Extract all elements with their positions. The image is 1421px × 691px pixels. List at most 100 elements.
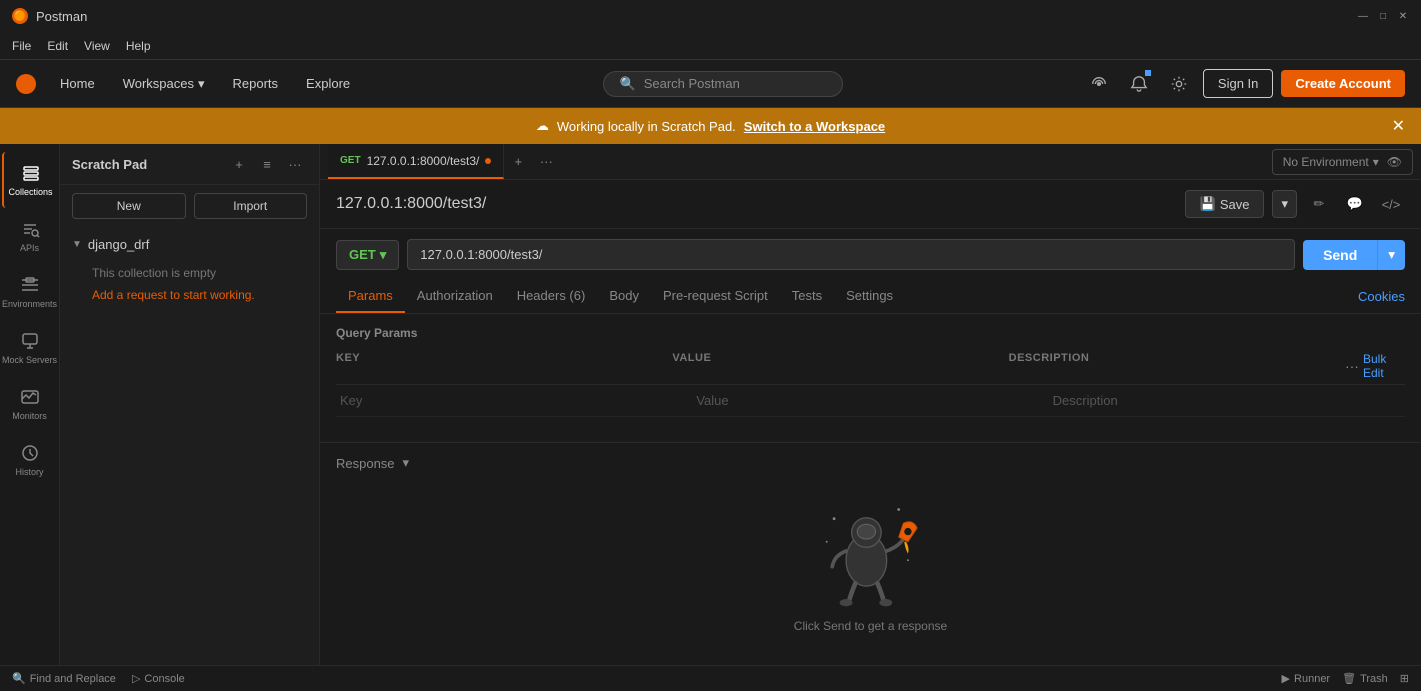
find-replace-button[interactable]: 🔍 Find and Replace [12, 672, 116, 685]
bottom-right-actions: ▶ Runner 🗑 Trash ⊞ [1282, 672, 1409, 685]
response-collapse-arrow[interactable]: ▾ [403, 455, 410, 471]
app-icon: 🟠 [12, 8, 28, 24]
title-bar: 🟠 Postman — □ ✕ [0, 0, 1421, 32]
sidebar-label-apis: APIs [20, 243, 39, 253]
console-button[interactable]: ▷ Console [132, 672, 185, 685]
nav-home[interactable]: Home [48, 70, 107, 97]
import-button[interactable]: Import [194, 193, 308, 219]
window-controls[interactable]: — □ ✕ [1357, 10, 1409, 22]
method-select[interactable]: GET ▾ [336, 240, 399, 270]
main-area: Collections APIs Environments Mock Serve… [0, 144, 1421, 665]
send-main-button[interactable]: Send [1303, 240, 1377, 270]
menu-file[interactable]: File [12, 39, 31, 53]
col-description-header: DESCRIPTION [1009, 352, 1345, 380]
more-options-button[interactable]: ··· [283, 152, 307, 176]
param-key-input[interactable] [336, 389, 692, 412]
bell-icon[interactable] [1123, 68, 1155, 100]
maximize-button[interactable]: □ [1377, 10, 1389, 22]
sidebar-item-environments[interactable]: Environments [2, 264, 58, 320]
app-name: Postman [36, 9, 87, 24]
satellite-icon[interactable] [1083, 68, 1115, 100]
nav-reports[interactable]: Reports [221, 70, 291, 97]
settings-icon[interactable] [1163, 68, 1195, 100]
sidebar-item-monitors[interactable]: Monitors [2, 376, 58, 432]
save-dropdown-button[interactable]: ▾ [1272, 190, 1297, 218]
sidebar-item-mock-servers[interactable]: Mock Servers [2, 320, 58, 376]
tab-more-options[interactable]: ··· [532, 154, 560, 169]
param-value-input[interactable] [692, 389, 1048, 412]
add-request-link[interactable]: Add a request to start working. [60, 288, 319, 310]
response-section: Response ▾ [320, 442, 1421, 665]
trash-button[interactable]: 🗑 Trash [1342, 672, 1388, 685]
menu-edit[interactable]: Edit [47, 39, 68, 53]
add-request-text: Add a request [92, 288, 167, 302]
tab-tests[interactable]: Tests [780, 280, 834, 313]
add-collection-button[interactable]: + [227, 152, 251, 176]
sign-in-button[interactable]: Sign In [1203, 69, 1273, 98]
runner-button[interactable]: ▶ Runner [1282, 672, 1331, 685]
tab-authorization[interactable]: Authorization [405, 280, 505, 313]
collection-expand-arrow: ▼ [72, 239, 82, 250]
cookies-link[interactable]: Cookies [1358, 289, 1405, 304]
tab-method: GET [340, 155, 361, 166]
sidebar-item-apis[interactable]: APIs [2, 208, 58, 264]
collection-django-drf[interactable]: ▼ django_drf [60, 231, 319, 258]
search-postman[interactable]: 🔍 Search Postman [603, 71, 843, 97]
save-button[interactable]: 💾 Save [1185, 190, 1265, 218]
tab-body[interactable]: Body [597, 280, 651, 313]
more-icon[interactable]: ··· [1345, 358, 1359, 374]
response-hint-text: Click Send to get a response [794, 619, 947, 633]
top-nav: Home Workspaces ▾ Reports Explore 🔍 Sear… [0, 60, 1421, 108]
send-dropdown-button[interactable]: ▾ [1377, 240, 1405, 270]
scratch-pad-title: Scratch Pad [72, 157, 147, 172]
code-icon[interactable]: </> [1377, 190, 1405, 218]
url-input[interactable] [407, 239, 1295, 270]
tab-params[interactable]: Params [336, 280, 405, 313]
param-row-empty [336, 385, 1405, 417]
environment-label: No Environment [1283, 155, 1369, 169]
tab-pre-request-script[interactable]: Pre-request Script [651, 280, 780, 313]
chevron-down-icon: ▾ [1373, 155, 1379, 169]
layout-button[interactable]: ⊞ [1400, 672, 1409, 685]
sidebar-item-collections[interactable]: Collections [2, 152, 58, 208]
bulk-edit-button[interactable]: Bulk Edit [1363, 352, 1405, 380]
new-button[interactable]: New [72, 193, 186, 219]
sidebar-label-environments: Environments [2, 299, 57, 309]
send-button-group: Send ▾ [1303, 240, 1405, 270]
response-empty-state: Click Send to get a response [336, 471, 1405, 653]
comment-icon[interactable]: 💬 [1341, 190, 1369, 218]
logo-icon [16, 74, 36, 94]
sidebar-item-history[interactable]: History [2, 432, 58, 488]
request-tab-0[interactable]: GET 127.0.0.1:8000/test3/ [328, 144, 504, 179]
minimize-button[interactable]: — [1357, 10, 1369, 22]
astronaut-illustration [811, 491, 931, 611]
close-banner-button[interactable]: ✕ [1392, 116, 1405, 136]
tab-headers[interactable]: Headers (6) [505, 280, 598, 313]
menu-view[interactable]: View [84, 39, 110, 53]
param-description-input[interactable] [1049, 389, 1405, 412]
switch-workspace-link[interactable]: Switch to a Workspace [744, 119, 885, 134]
sidebar-label-history: History [15, 467, 43, 477]
environment-dropdown[interactable]: No Environment ▾ 👁 [1272, 149, 1413, 175]
nav-workspaces[interactable]: Workspaces ▾ [111, 70, 217, 98]
filter-collections-button[interactable]: ≡ [255, 152, 279, 176]
edit-icon[interactable]: ✏ [1305, 190, 1333, 218]
nav-explore[interactable]: Explore [294, 70, 362, 97]
layout-icon: ⊞ [1400, 672, 1409, 685]
tab-bar: GET 127.0.0.1:8000/test3/ + ··· No Envir… [320, 144, 1421, 180]
collection-name: django_drf [88, 237, 149, 252]
bottom-bar: 🔍 Find and Replace ▷ Console ▶ Runner 🗑 … [0, 665, 1421, 691]
method-chevron: ▾ [380, 247, 387, 263]
create-account-button[interactable]: Create Account [1281, 70, 1405, 97]
panel-header: Scratch Pad + ≡ ··· [60, 144, 319, 185]
close-button[interactable]: ✕ [1397, 10, 1409, 22]
menu-help[interactable]: Help [126, 39, 151, 53]
add-tab-button[interactable]: + [504, 154, 532, 169]
menu-bar: File Edit View Help [0, 32, 1421, 60]
request-title: 127.0.0.1:8000/test3/ [336, 195, 486, 213]
sidebar-label-monitors: Monitors [12, 411, 47, 421]
new-import-row: New Import [60, 185, 319, 227]
search-placeholder: Search Postman [644, 76, 740, 91]
tab-settings[interactable]: Settings [834, 280, 905, 313]
eye-icon[interactable]: 👁 [1387, 155, 1402, 169]
